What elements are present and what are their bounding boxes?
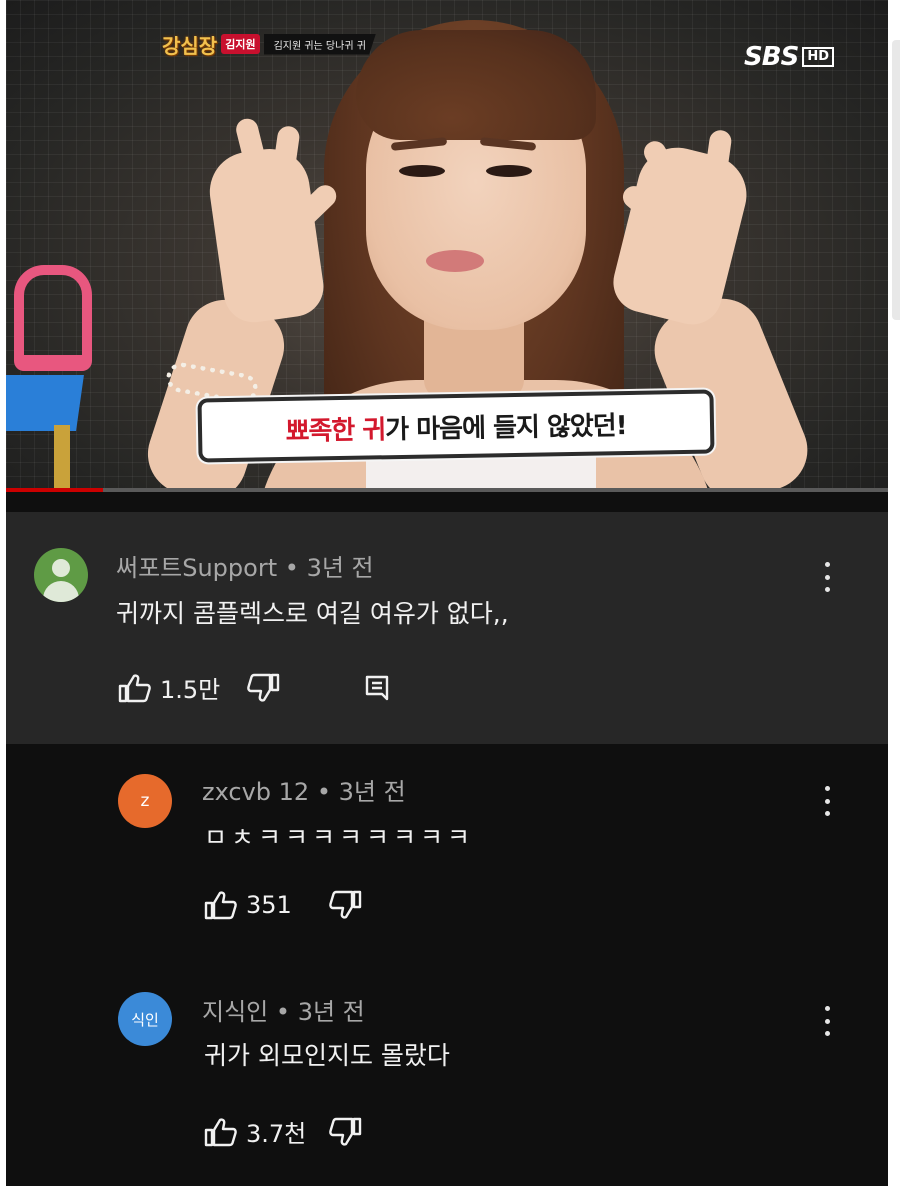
comment-author[interactable]: 써포트Support (116, 554, 277, 582)
more-vert-icon[interactable] (824, 1006, 830, 1036)
comment-meta: zxcvb 12 • 3년 전 (202, 772, 406, 807)
thumbs-down-icon[interactable] (328, 1117, 362, 1147)
thumbs-up-icon[interactable] (118, 673, 152, 703)
show-logo-banner: 강심장 김지원 김지원 귀는 당나귀 귀 (162, 30, 376, 58)
video-progress-fill (6, 488, 104, 492)
comment-time[interactable]: 3년 전 (298, 998, 365, 1026)
more-vert-icon[interactable] (824, 562, 830, 592)
avatar[interactable]: z (118, 774, 172, 828)
caption-text: 가 마음에 들지 않았던! (385, 410, 627, 445)
default-avatar-icon (52, 559, 70, 577)
app-frame: 강심장 김지원 김지원 귀는 당나귀 귀 SBS HD 뾰족한 귀 가 마음에 … (6, 0, 888, 1186)
thumbs-down-icon[interactable] (246, 673, 280, 703)
like-count: 1.5만 (160, 676, 221, 704)
replies-section: z zxcvb 12 • 3년 전 ㅁㅊㅋㅋㅋㅋㅋㅋㅋㅋ 351 식인 지식인 … (6, 744, 888, 1186)
meta-separator: • (284, 554, 299, 582)
avatar-letter: z (140, 791, 150, 811)
like-count: 3.7천 (246, 1120, 307, 1148)
meta-separator: • (316, 778, 331, 806)
segment-topic: 김지원 귀는 당나귀 귀 (263, 33, 376, 55)
comment-author[interactable]: 지식인 (202, 998, 268, 1026)
show-logo: 강심장 (162, 33, 218, 58)
broadcaster-watermark: SBS HD (744, 42, 834, 72)
more-vert-icon[interactable] (824, 786, 830, 816)
avatar[interactable] (34, 548, 88, 602)
comment-meta: 지식인 • 3년 전 (202, 992, 365, 1027)
video-caption: 뾰족한 귀 가 마음에 들지 않았던! (201, 393, 711, 459)
comment-actions: 3.7천 (204, 1114, 362, 1149)
like-count: 351 (246, 891, 292, 919)
comment-actions: 1.5만 (118, 670, 392, 705)
comment-time[interactable]: 3년 전 (339, 778, 406, 806)
reply-icon[interactable] (362, 673, 392, 703)
thumbs-up-icon[interactable] (204, 890, 238, 920)
page-scrollbar[interactable] (892, 40, 900, 320)
comment-time[interactable]: 3년 전 (307, 554, 374, 582)
broadcaster-logo: SBS (744, 42, 799, 72)
caption-highlight: 뾰족한 귀 (285, 414, 386, 447)
thumbs-up-icon[interactable] (204, 1117, 238, 1147)
comment-text: 귀까지 콤플렉스로 여길 여유가 없다,, (116, 599, 509, 628)
video-player[interactable]: 강심장 김지원 김지원 귀는 당나귀 귀 SBS HD 뾰족한 귀 가 마음에 … (6, 0, 888, 492)
comment-actions: 351 (204, 890, 362, 920)
comment-text: 귀가 외모인지도 몰랐다 (204, 1041, 450, 1070)
comment-meta: 써포트Support • 3년 전 (116, 548, 374, 583)
guest-name-tag: 김지원 (221, 34, 260, 54)
comment-author[interactable]: zxcvb 12 (202, 778, 309, 806)
video-progress-bar[interactable] (6, 488, 888, 492)
avatar[interactable]: 식인 (118, 992, 172, 1046)
hd-badge: HD (802, 47, 834, 67)
meta-separator: • (275, 998, 291, 1026)
thumbs-down-icon[interactable] (328, 890, 362, 920)
comment-text: ㅁㅊㅋㅋㅋㅋㅋㅋㅋㅋ (204, 823, 475, 852)
comment-thread-top: 써포트Support • 3년 전 귀까지 콤플렉스로 여길 여유가 없다,, … (6, 512, 888, 744)
avatar-letter: 식인 (131, 1010, 159, 1029)
